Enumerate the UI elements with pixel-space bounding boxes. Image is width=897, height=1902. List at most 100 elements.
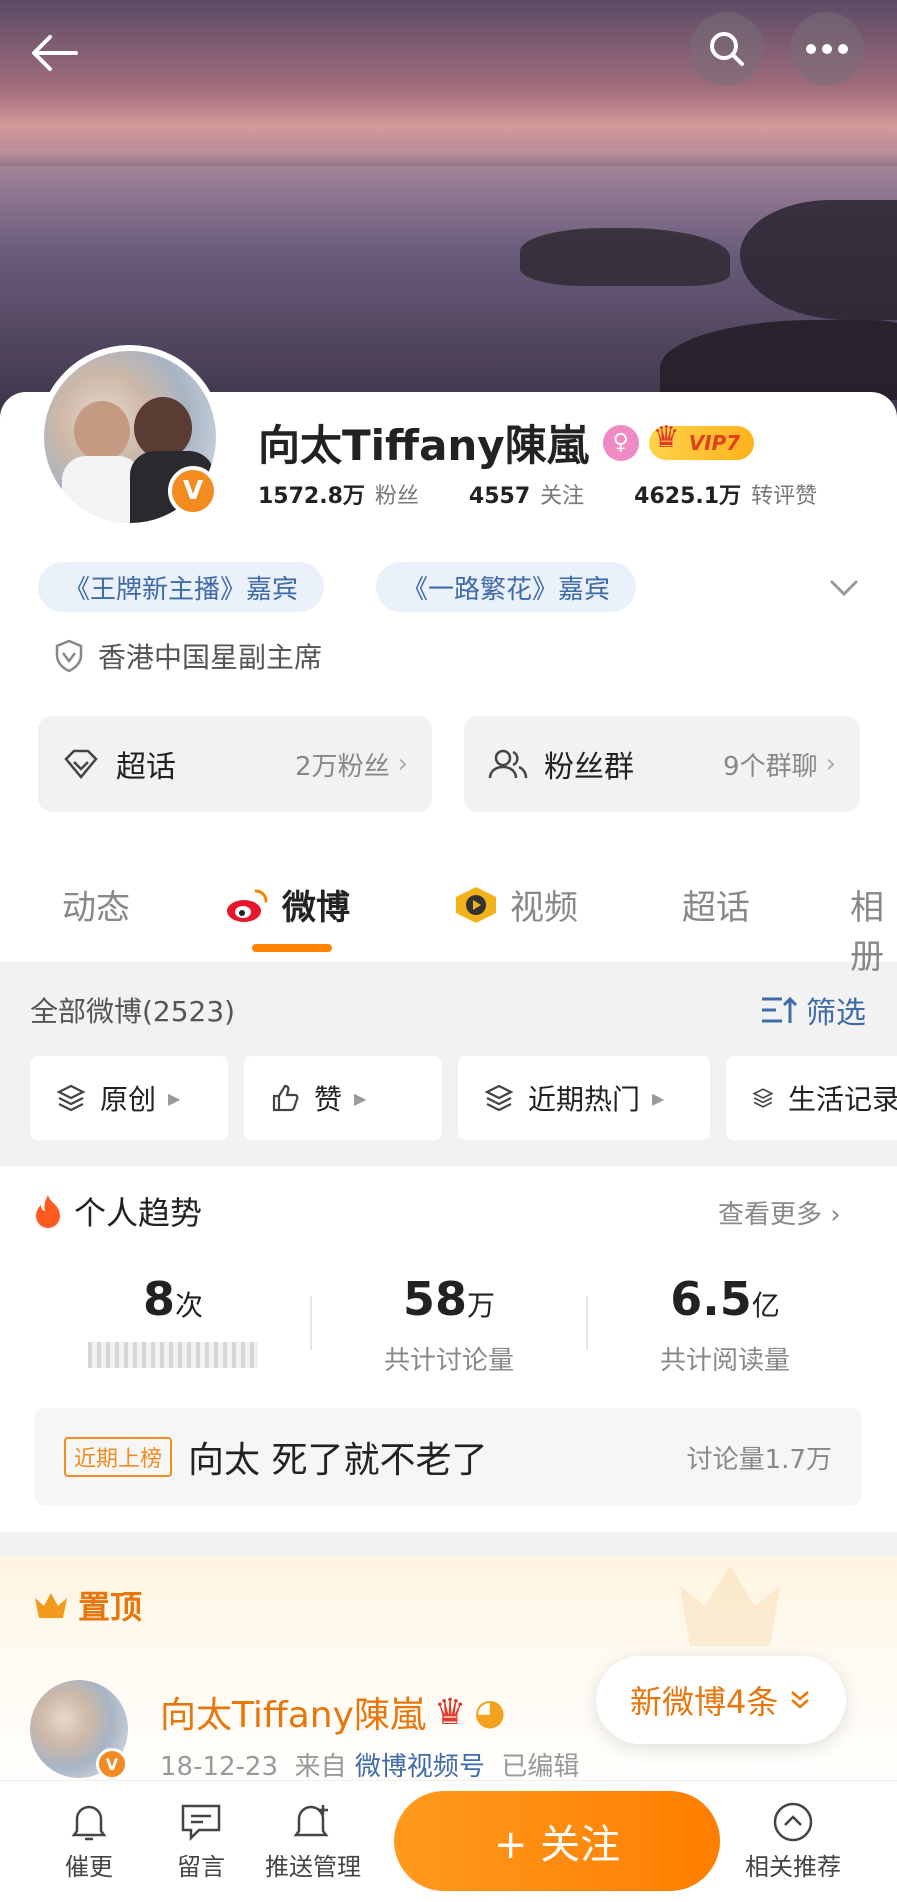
personal-trend-section: 个人趋势 查看更多 › 8次 58万 共计讨论量 6.5亿 共计阅读量 近期上榜… [0,1166,897,1532]
arrow-left-icon [32,35,78,71]
stat-likes[interactable]: 4625.1万 转评赞 [634,478,817,510]
chip-label: 赞 [314,1083,343,1116]
bell-icon [71,1805,107,1841]
post-edited: 已编辑 [501,1752,580,1782]
triangle-right-icon: ▶ [354,1088,367,1108]
trend-title: 个人趋势 [74,1194,203,1232]
divider [586,1296,588,1350]
stat-following[interactable]: 4557 关注 [469,478,584,510]
box-sub: 9个群聊 [723,751,818,782]
chip-label: 生活记录 [787,1083,897,1116]
fan-group-box[interactable]: 粉丝群 9个群聊 › [464,716,860,812]
nav-related[interactable]: 相关推荐 [738,1797,848,1882]
metric-value: 58 [402,1272,467,1326]
metric-unit: 万 [467,1289,496,1322]
layers-icon [56,1084,86,1112]
more-dots-icon [806,44,848,54]
stat-value: 1572.8万 [258,484,365,509]
trend-title-row: 个人趋势 [32,1188,202,1234]
chip-original[interactable]: 原创 ▶ [30,1056,228,1140]
profile-name: 向太Tiffany陳嵐 [258,421,589,470]
hot-topic-text: 向太 死了就不老了 [188,1440,488,1481]
trend-metric[interactable]: 6.5亿 共计阅读量 [600,1272,850,1377]
nav-remind[interactable]: 催更 [34,1797,144,1882]
verification-text: 香港中国星副主席 [98,641,323,674]
comment-icon [181,1804,221,1842]
tab-supertopic[interactable]: 超话 [682,880,750,929]
tab-album[interactable]: 相册 [850,880,897,978]
box-sub: 2万粉丝 [295,751,390,782]
more-button[interactable] [790,12,864,86]
profile-tabs: 动态 微博 视频 超话 相册 [0,854,897,977]
filter-icon [762,996,798,1023]
double-chevron-down-icon [791,1691,810,1709]
layers-icon [484,1084,514,1112]
metric-unit: 次 [175,1289,204,1322]
back-button[interactable] [20,18,90,88]
recent-ranking-badge: 近期上榜 [64,1437,173,1477]
new-posts-pill[interactable]: 新微博4条 [596,1656,847,1744]
search-button[interactable] [690,12,764,86]
post-source[interactable]: 微博视频号 [355,1752,485,1782]
tab-dynamics[interactable]: 动态 [62,880,130,929]
post-from-label: 来自 [294,1752,347,1782]
stat-followers[interactable]: 1572.8万 粉丝 [258,478,419,510]
discussion-count: 讨论量1.7万 [686,1444,832,1475]
chip-label: 近期热门 [528,1083,641,1116]
nav-message[interactable]: 留言 [146,1797,256,1882]
vip-label: VIP7 [688,430,741,455]
chevron-down-icon [830,580,858,597]
layers-icon [752,1088,774,1108]
follow-button[interactable]: + 关注 [394,1791,720,1891]
post-date: 18-12-23 [160,1752,279,1782]
nav-push-settings[interactable]: 推送管理 [258,1797,368,1882]
new-posts-label: 新微博4条 [630,1683,779,1721]
chip-life-record[interactable]: 生活记录 [726,1056,897,1140]
pinned-label: 置顶 [78,1588,143,1626]
chevron-up-circle-icon [773,1802,813,1842]
banner-rock [660,320,897,400]
banner-rock [520,228,730,286]
tab-video[interactable]: 视频 [452,880,578,929]
profile-stats: 1572.8万 粉丝 4557 关注 4625.1万 转评赞 [258,478,867,510]
guest-tag[interactable]: 《一路繁花》嘉宾 [376,562,637,612]
stat-label: 转评赞 [751,484,818,509]
profile-name-row: 向太Tiffany陳嵐 ♀ ♛ VIP7 [258,412,755,473]
chevron-right-icon: › [397,749,408,779]
nav-label: 推送管理 [265,1853,361,1881]
feed-count-header: 全部微博(2523) [30,995,236,1028]
weibo-logo-icon [227,889,268,922]
box-title: 超话 [116,750,176,785]
shield-icon [55,639,83,673]
guest-tag[interactable]: 《王牌新主播》嘉宾 [38,562,325,612]
video-icon [456,886,496,923]
search-icon [710,32,744,66]
nav-label: 留言 [177,1853,225,1881]
metric-label: 共计讨论量 [383,1346,514,1376]
crown-icon [35,1593,67,1618]
chip-recent-hot[interactable]: 近期热门 ▶ [458,1056,710,1140]
expand-tags-button[interactable] [826,570,862,606]
trend-metric[interactable]: 8次 [48,1272,298,1372]
metric-label: 共计阅读量 [659,1346,790,1376]
banner-rock [740,200,897,320]
metric-value: 8 [142,1272,175,1326]
post-author-row[interactable]: 向太Tiffany陳嵐 ♛ ◕ [160,1686,506,1738]
see-more-link[interactable]: 查看更多 › [718,1194,841,1231]
tab-weibo[interactable]: 微博 [224,880,350,929]
vip-badge[interactable]: ♛ VIP7 [648,420,755,460]
trend-metric[interactable]: 58万 共计讨论量 [324,1272,574,1377]
crown-icon: ♛ [433,1691,467,1733]
filter-button[interactable]: 筛选 [760,988,866,1032]
post-author: 向太Tiffany陳嵐 [160,1695,426,1736]
supertopic-box[interactable]: 超话 2万粉丝 › [38,716,432,812]
active-tab-indicator [252,944,332,952]
metric-unit: 亿 [751,1289,780,1322]
crown-icon: ♛ [652,419,680,455]
chip-likes[interactable]: 赞 ▶ [244,1056,442,1140]
crown-watermark-icon [680,1566,780,1646]
verification-row: 香港中国星副主席 [54,636,322,676]
box-title: 粉丝群 [544,750,634,785]
hot-topic-row[interactable]: 近期上榜 向太 死了就不老了 讨论量1.7万 [34,1408,862,1506]
thumbs-up-icon [272,1084,299,1112]
